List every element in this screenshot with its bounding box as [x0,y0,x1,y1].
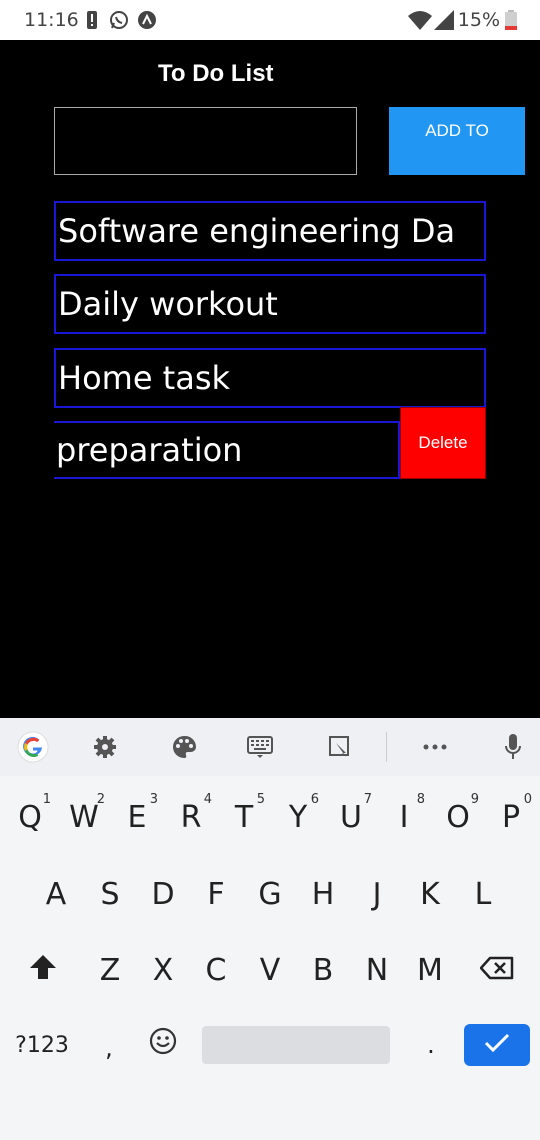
key-q[interactable]: Q1 [3,790,57,844]
key-hint: 2 [96,792,105,807]
key-s[interactable]: S [83,867,137,921]
key-hint: 3 [149,792,158,807]
key-y[interactable]: Y6 [271,790,325,844]
shift-icon [29,953,57,988]
battery-percentage: 15% [457,9,500,31]
more-icon[interactable] [420,730,450,764]
signal-icon [434,9,454,31]
backspace-key[interactable] [470,943,524,997]
key-e[interactable]: E3 [110,790,164,844]
key-hint: 5 [256,792,265,807]
todo-app: To Do List ADD TO Software engineering D… [0,40,540,718]
backspace-icon [479,953,514,988]
delete-button[interactable]: Delete [400,407,486,479]
period-key[interactable]: . [404,1018,458,1072]
symbols-key[interactable]: ?123 [10,1018,74,1072]
key-label: O [446,799,470,835]
key-z[interactable]: Z [83,943,137,997]
keyboard-toolbar [0,718,540,776]
key-label: W [69,799,99,835]
key-t[interactable]: T5 [217,790,271,844]
key-label: R [180,799,202,835]
key-f[interactable]: F [189,867,243,921]
key-a[interactable]: A [29,867,83,921]
key-j[interactable]: J [350,867,404,921]
check-icon [484,1033,510,1058]
todo-item[interactable]: Home task [54,348,486,408]
key-k[interactable]: K [403,867,457,921]
key-hint: 6 [310,792,319,807]
comma-key[interactable]: , [82,1021,136,1075]
key-hint: 0 [523,792,532,807]
wifi-icon [408,9,432,31]
alert-icon [86,9,98,31]
key-label: Q [18,799,42,835]
key-hint: 8 [416,792,425,807]
key-hint: 9 [470,792,479,807]
key-hint: 4 [203,792,212,807]
key-label: T [234,799,254,835]
key-u[interactable]: U7 [324,790,378,844]
status-bar: 11:16 15% [0,0,540,40]
key-n[interactable]: N [350,943,404,997]
spacebar-key[interactable] [202,1026,390,1064]
key-b[interactable]: B [296,943,350,997]
enter-key[interactable] [464,1024,530,1066]
key-p[interactable]: P0 [484,790,538,844]
google-icon[interactable] [14,730,52,764]
keyboard-icon[interactable] [246,730,274,764]
todo-item[interactable]: preparation [54,421,400,479]
clipboard-icon[interactable] [326,730,354,764]
battery-icon [504,9,518,31]
key-hint: 1 [42,792,51,807]
app-icon [136,9,158,31]
page-title: To Do List [158,60,274,87]
key-g[interactable]: G [243,867,297,921]
soft-keyboard: Q1 W2 E3 R4 T5 Y6 U7 I8 O9 P0 A S D F G … [0,718,540,1140]
add-button[interactable]: ADD TO [389,107,525,175]
key-w[interactable]: W2 [57,790,111,844]
key-hint: 7 [363,792,372,807]
key-i[interactable]: I8 [377,790,431,844]
mic-icon[interactable] [500,730,526,764]
key-x[interactable]: X [136,943,190,997]
key-d[interactable]: D [136,867,190,921]
key-label: I [399,799,409,835]
whatsapp-icon [108,9,130,31]
key-h[interactable]: H [296,867,350,921]
emoji-key[interactable] [136,1018,190,1072]
key-l[interactable]: L [456,867,510,921]
emoji-icon [149,1027,177,1063]
key-label: P [501,799,521,835]
toolbar-divider [386,732,387,762]
key-label: U [340,799,362,835]
settings-icon[interactable] [92,730,118,764]
palette-icon[interactable] [170,730,198,764]
key-r[interactable]: R4 [164,790,218,844]
key-m[interactable]: M [403,943,457,997]
status-time: 11:16 [24,9,79,31]
key-c[interactable]: C [189,943,243,997]
key-label: E [127,799,147,835]
todo-item[interactable]: Daily workout [54,274,486,334]
key-o[interactable]: O9 [431,790,485,844]
key-v[interactable]: V [243,943,297,997]
key-label: Y [288,799,308,835]
todo-input[interactable] [54,107,357,175]
todo-item[interactable]: Software engineering Da [54,201,486,261]
shift-key[interactable] [16,943,70,997]
